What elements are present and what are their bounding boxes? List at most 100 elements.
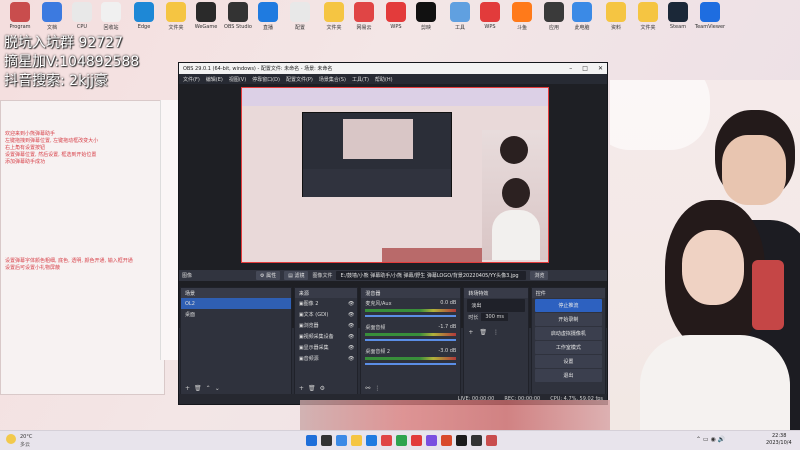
- visibility-icon[interactable]: 👁: [348, 345, 357, 351]
- taskbar-app-icon[interactable]: [336, 435, 347, 446]
- desktop-icon[interactable]: 资料: [600, 2, 632, 31]
- visibility-icon[interactable]: 👁: [348, 334, 357, 340]
- taskbar-app-icon[interactable]: [441, 435, 452, 446]
- desktop-icon[interactable]: WPS: [380, 2, 412, 30]
- desktop-icon[interactable]: 文档: [36, 2, 68, 31]
- source-item[interactable]: ▣ 音频源 👁: [295, 353, 357, 364]
- exit-button[interactable]: 退出: [534, 369, 602, 382]
- taskbar-app-icon[interactable]: [396, 435, 407, 446]
- preview-canvas[interactable]: [241, 87, 549, 263]
- brand-logo-shape: [610, 80, 710, 150]
- link-icon[interactable]: ⚯: [365, 385, 370, 392]
- clock-time[interactable]: 22:38: [772, 433, 786, 439]
- image-path-field[interactable]: E:/鼓墙/小熊 弹幕助手/小熊 弹幕/野生 弹幕LOGO/背景20220405…: [336, 271, 527, 280]
- app-icon: [134, 2, 154, 22]
- desktop-icon[interactable]: 网易云: [348, 2, 380, 31]
- minimize-icon[interactable]: –: [569, 65, 572, 72]
- desktop-icon[interactable]: 文件夹: [160, 2, 192, 31]
- visibility-icon[interactable]: 👁: [348, 312, 357, 318]
- desktop-icon[interactable]: Steam: [662, 2, 694, 30]
- desktop-icon[interactable]: 配置: [284, 2, 316, 31]
- source-item[interactable]: ▣ 浏览器 👁: [295, 320, 357, 331]
- desktop-icon[interactable]: 文件夹: [318, 2, 350, 31]
- desktop-icon[interactable]: WeGame: [190, 2, 222, 30]
- properties-button[interactable]: ⚙ 属性: [256, 271, 281, 280]
- desktop-icon[interactable]: Edge: [128, 2, 160, 30]
- taskbar-app-icon[interactable]: [486, 435, 497, 446]
- source-label: 文本 (GDI): [303, 312, 329, 318]
- clock-date[interactable]: 2023/10/4: [766, 440, 792, 446]
- more-icon[interactable]: ⋮: [374, 385, 380, 392]
- taskbar-app-icon[interactable]: [426, 435, 437, 446]
- menu-item[interactable]: 文件(F): [183, 76, 200, 83]
- volume-slider[interactable]: [365, 315, 457, 317]
- desktop-icon[interactable]: WPS: [474, 2, 506, 30]
- taskbar-app-icon[interactable]: [456, 435, 467, 446]
- add-scene-icon[interactable]: +: [185, 385, 190, 392]
- scene-item-ol2[interactable]: OL2: [181, 298, 291, 309]
- taskbar-app-icon[interactable]: [351, 435, 362, 446]
- menu-item[interactable]: 停靠窗口(D): [252, 76, 280, 83]
- menu-item[interactable]: 编辑(E): [206, 76, 223, 83]
- menu-item[interactable]: 场景集合(S): [319, 76, 346, 83]
- move-down-icon[interactable]: ⌄: [215, 385, 220, 392]
- source-label: 图像 2: [303, 301, 319, 307]
- source-item[interactable]: ▣ 视频采集设备 👁: [295, 331, 357, 342]
- menu-item[interactable]: 配置文件(P): [286, 76, 313, 83]
- desktop-icon[interactable]: CPU: [66, 2, 98, 30]
- trash-icon[interactable]: 🗑: [479, 329, 487, 336]
- virtual-camera-button[interactable]: 启动虚拟摄像机: [534, 327, 602, 340]
- gear-icon[interactable]: ⚙: [320, 385, 325, 392]
- visibility-icon[interactable]: 👁: [348, 301, 357, 307]
- volume-slider[interactable]: [365, 339, 457, 341]
- desktop-icon[interactable]: 此电脑: [566, 2, 598, 31]
- menu-item[interactable]: 帮助(H): [375, 76, 393, 83]
- desktop-icon[interactable]: Program: [4, 2, 36, 30]
- add-source-icon[interactable]: +: [299, 385, 304, 392]
- close-icon[interactable]: ✕: [598, 65, 603, 72]
- volume-slider[interactable]: [365, 363, 457, 365]
- tray-icons[interactable]: ⌃ ▭ ◉ 🔊: [696, 436, 725, 443]
- taskbar-app-icon[interactable]: [366, 435, 377, 446]
- desktop-icon[interactable]: 剪映: [410, 2, 442, 31]
- taskbar-app-icon[interactable]: [321, 435, 332, 446]
- desktop-icon[interactable]: 直播: [252, 2, 284, 31]
- browse-button[interactable]: 浏览: [530, 271, 549, 280]
- transition-select[interactable]: 淡出: [467, 299, 525, 312]
- duration-label: 时长: [468, 314, 479, 321]
- visibility-icon[interactable]: 👁: [348, 323, 357, 329]
- taskbar-app-icon[interactable]: [381, 435, 392, 446]
- desktop-icon[interactable]: OBS Studio: [222, 2, 254, 30]
- stop-streaming-button[interactable]: 停止推流: [534, 299, 602, 312]
- settings-button[interactable]: 设置: [534, 355, 602, 368]
- taskbar-app-icon[interactable]: [306, 435, 317, 446]
- weather-temp[interactable]: 20°C: [20, 434, 32, 440]
- taskbar-app-icon[interactable]: [411, 435, 422, 446]
- studio-mode-button[interactable]: 工作室模式: [534, 341, 602, 354]
- duration-input[interactable]: 300 ms: [481, 313, 508, 321]
- source-label: 视频采集设备: [303, 334, 334, 340]
- desktop-icon[interactable]: 工具: [444, 2, 476, 31]
- desktop-icon[interactable]: 斗鱼: [506, 2, 538, 31]
- visibility-icon[interactable]: 👁: [348, 356, 357, 362]
- app-icon: [324, 2, 344, 22]
- start-recording-button[interactable]: 开始录制: [534, 313, 602, 326]
- weather-desc[interactable]: 多云: [20, 441, 30, 448]
- move-up-icon[interactable]: ⌃: [206, 385, 211, 392]
- source-item[interactable]: ▣ 显示器采集 👁: [295, 342, 357, 353]
- more-icon[interactable]: ⋮: [493, 329, 499, 336]
- source-item[interactable]: ▣ 图像 2 👁: [295, 298, 357, 309]
- desktop-icon[interactable]: 文件夹: [632, 2, 664, 31]
- trash-icon[interactable]: 🗑: [308, 385, 316, 392]
- filters-button[interactable]: ▤ 滤镜: [284, 271, 309, 280]
- source-item[interactable]: ▣ 文本 (GDI) 👁: [295, 309, 357, 320]
- maximize-icon[interactable]: □: [582, 65, 588, 72]
- taskbar-app-icon[interactable]: [471, 435, 482, 446]
- trash-icon[interactable]: 🗑: [194, 385, 202, 392]
- scene-item-desktop[interactable]: 桌面: [181, 309, 291, 320]
- desktop-icon[interactable]: 回收站: [95, 2, 127, 31]
- desktop-icon[interactable]: TeamViewer: [694, 2, 726, 30]
- menu-item[interactable]: 视图(V): [229, 76, 246, 83]
- add-transition-icon[interactable]: +: [468, 329, 473, 336]
- menu-item[interactable]: 工具(T): [352, 76, 369, 83]
